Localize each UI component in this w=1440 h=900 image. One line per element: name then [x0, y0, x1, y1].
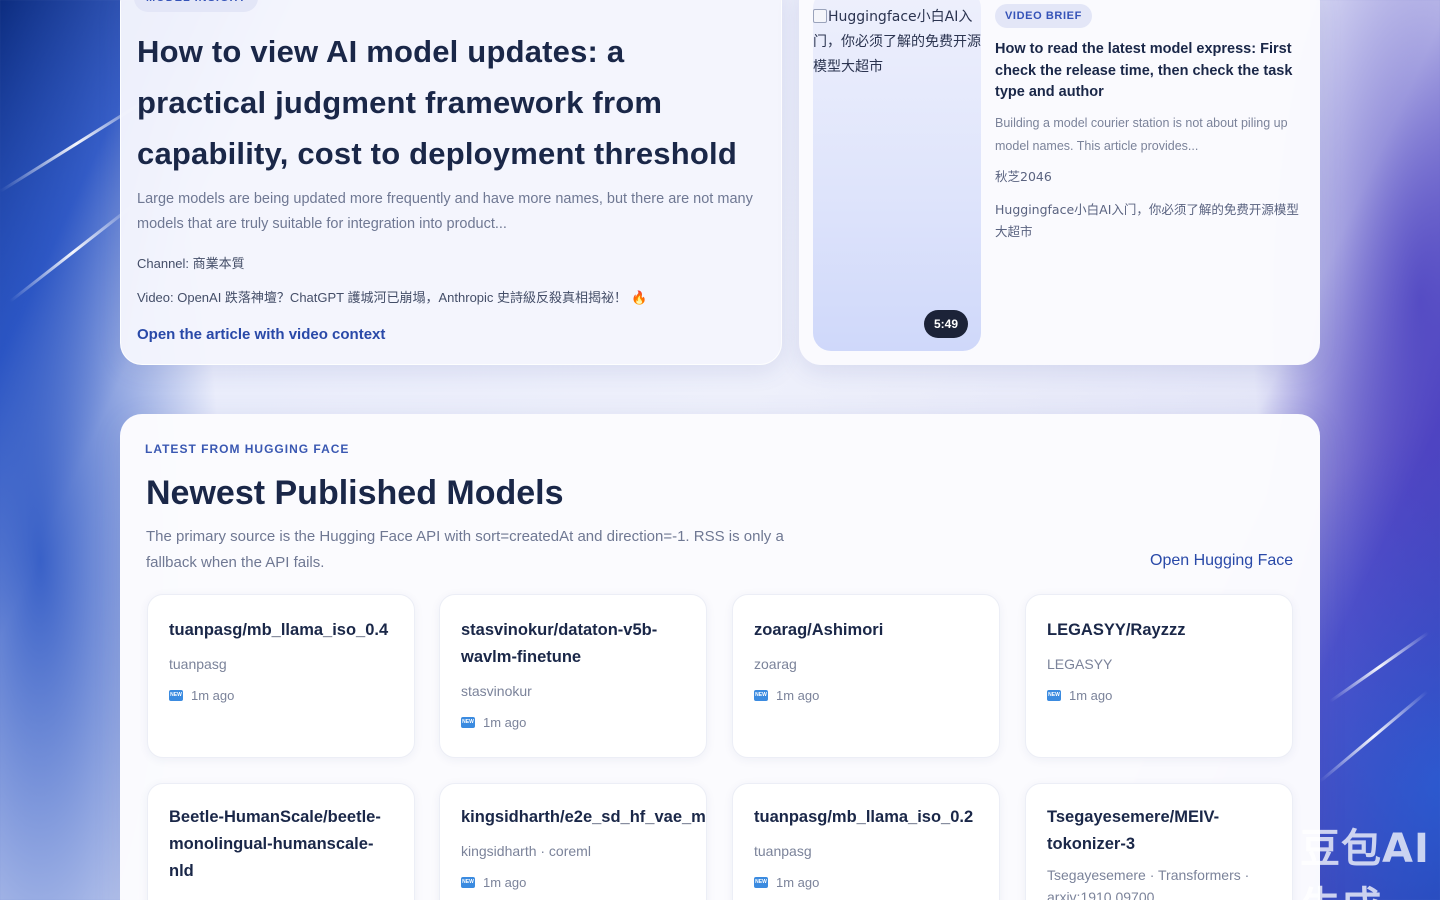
- thumbnail-alt-label: Huggingface小白AI入门，你必须了解的免费开源模型大超市: [813, 9, 981, 75]
- insight-video-line: Video: OpenAI 跌落神壇？ChatGPT 護城河已崩塌，Anthro…: [137, 287, 647, 306]
- model-card[interactable]: kingsidharth/e2e_sd_hf_vae_ml kingsidhar…: [439, 783, 707, 900]
- model-author: tuanpasg: [169, 656, 227, 672]
- model-name: Tsegayesemere/MEIV-tokonizer-3: [1047, 808, 1220, 853]
- model-author: Beetle-HumanScale: [169, 892, 394, 900]
- model-time: 1m ago: [483, 715, 527, 730]
- new-icon: NEW: [169, 690, 183, 701]
- section-eyebrow: LATEST FROM HUGGING FACE: [145, 442, 350, 456]
- model-time: 1m ago: [1069, 688, 1113, 703]
- model-meta: NEW 1m ago: [1047, 688, 1272, 703]
- model-card[interactable]: tuanpasg/mb_llama_iso_0.2 tuanpasg NEW 1m…: [732, 783, 1000, 900]
- model-meta: NEW 1m ago: [169, 688, 394, 703]
- model-time: 1m ago: [776, 875, 820, 890]
- model-author: tuanpasg: [754, 843, 812, 859]
- new-icon: NEW: [1047, 690, 1061, 701]
- model-card[interactable]: stasvinokur/dataton-v5b-wavlm-finetune s…: [439, 594, 707, 758]
- thumbnail-alt-text: Huggingface小白AI入门，你必须了解的免费开源模型大超市: [813, 5, 981, 80]
- model-name: tuanpasg/mb_llama_iso_0.4: [169, 621, 389, 639]
- model-meta: NEW 1m ago: [461, 875, 686, 890]
- new-icon: NEW: [754, 690, 768, 701]
- model-meta: NEW 1m ago: [754, 688, 979, 703]
- model-time: 1m ago: [483, 875, 527, 890]
- model-name: LEGASYY/Rayzzz: [1047, 621, 1186, 639]
- open-hugging-face-link[interactable]: Open Hugging Face: [1150, 552, 1293, 570]
- model-meta: NEW 1m ago: [461, 715, 686, 730]
- ai-generated-watermark: 豆包AI生成: [1300, 826, 1430, 900]
- model-name: stasvinokur/dataton-v5b-wavlm-finetune: [461, 621, 658, 666]
- model-meta: NEW 1m ago: [754, 875, 979, 890]
- model-card[interactable]: tuanpasg/mb_llama_iso_0.4 tuanpasg NEW 1m…: [147, 594, 415, 758]
- model-name: tuanpasg/mb_llama_iso_0.2: [754, 808, 974, 826]
- model-author: LEGASYY: [1047, 656, 1113, 672]
- model-name: Beetle-HumanScale/beetle-monolingual-hum…: [169, 808, 381, 880]
- broken-image-icon: [813, 9, 827, 23]
- video-brief-description: Building a model courier station is not …: [995, 116, 1288, 153]
- insight-title: How to view AI model updates: a practica…: [137, 34, 737, 171]
- light-streak: [1329, 631, 1430, 703]
- new-icon: NEW: [461, 877, 475, 888]
- model-time: 1m ago: [776, 688, 820, 703]
- video-brief-tag: VIDEO BRIEF: [995, 4, 1092, 28]
- video-duration-badge: 5:49: [924, 310, 968, 338]
- model-author: zoarag: [754, 656, 797, 672]
- model-card[interactable]: zoarag/Ashimori zoarag NEW 1m ago: [732, 594, 1000, 758]
- section-title: Newest Published Models: [146, 474, 564, 512]
- model-time: 1m ago: [191, 688, 235, 703]
- section-description: The primary source is the Hugging Face A…: [146, 528, 784, 571]
- model-name: zoarag/Ashimori: [754, 621, 884, 639]
- open-article-link[interactable]: Open the article with video context: [137, 326, 385, 343]
- light-streak: [9, 201, 138, 303]
- model-author: stasvinokur: [461, 683, 532, 699]
- model-card[interactable]: Tsegayesemere/MEIV-tokonizer-3 Tsegayese…: [1025, 783, 1293, 900]
- model-card[interactable]: Beetle-HumanScale/beetle-monolingual-hum…: [147, 783, 415, 900]
- model-name: kingsidharth/e2e_sd_hf_vae_ml: [461, 808, 707, 826]
- video-author: 秋芝2046: [995, 169, 1052, 184]
- insight-channel: Channel: 商業本質: [137, 256, 245, 271]
- light-streak: [1319, 690, 1429, 783]
- insight-description: Large models are being updated more freq…: [137, 191, 753, 232]
- new-icon: NEW: [461, 717, 475, 728]
- video-caption: Huggingface小白AI入门，你必须了解的免费开源模型大超市: [995, 202, 1299, 239]
- model-author: kingsidharth · coreml: [461, 843, 591, 859]
- insight-video-text: Video: OpenAI 跌落神壇？ChatGPT 護城河已崩塌，Anthro…: [137, 290, 628, 305]
- model-card[interactable]: LEGASYY/Rayzzz LEGASYY NEW 1m ago: [1025, 594, 1293, 758]
- video-brief-title[interactable]: How to read the latest model express: Fi…: [995, 39, 1310, 104]
- new-icon: NEW: [754, 877, 768, 888]
- fire-icon: 🔥: [631, 290, 648, 305]
- insight-tag: MODEL INSIGHT: [134, 0, 259, 12]
- model-author: Tsegayesemere · Transformers · arxiv:191…: [1047, 867, 1250, 900]
